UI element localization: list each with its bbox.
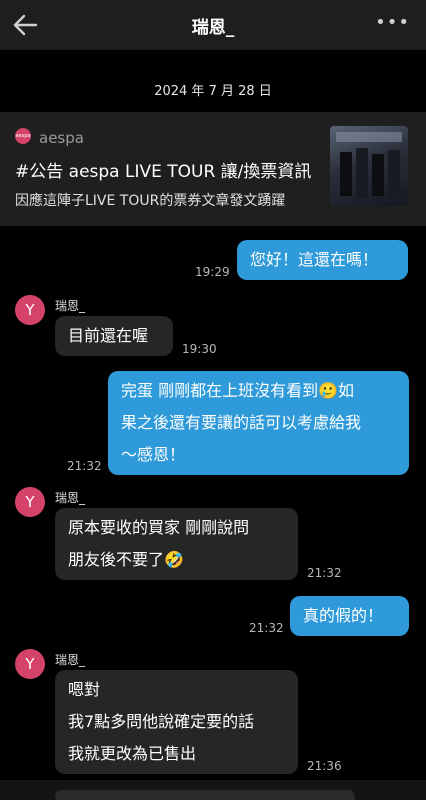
- message-timestamp: 21:32: [67, 459, 102, 473]
- message-timestamp: 21:36: [307, 759, 342, 773]
- message-text-line: 果之後還有要讓的話可以考慮給我: [121, 413, 362, 432]
- message-input[interactable]: [55, 790, 355, 800]
- avatar[interactable]: Y: [15, 295, 45, 325]
- message-text-line: 嗯對: [68, 680, 101, 699]
- message-timestamp: 19:29: [195, 265, 230, 279]
- sender-name: 瑞恩_: [55, 491, 86, 505]
- message-text-line: 完蛋 剛剛都在上班沒有看到🥲如: [121, 381, 355, 400]
- message-timestamp: 19:30: [182, 342, 217, 356]
- outgoing-message-bubble[interactable]: 完蛋 剛剛都在上班沒有看到🥲如 果之後還有要讓的話可以考慮給我 ～感恩！: [108, 371, 409, 475]
- message-text-line: 我就更改為已售出: [68, 744, 197, 763]
- sender-name: 瑞恩_: [55, 653, 86, 667]
- incoming-message-bubble[interactable]: 嗯對我7點多問他說確定要的話 我就更改為已售出: [55, 670, 298, 774]
- card-title: #公告 aespa LIVE TOUR 讓/換票資訊: [15, 162, 312, 182]
- avatar[interactable]: Y: [15, 487, 45, 517]
- message-text-line: ～感恩！: [121, 445, 186, 464]
- sender-name: 瑞恩_: [55, 299, 86, 313]
- card-description: 因應這陣子LIVE TOUR的票券文章發文踴躍: [15, 193, 286, 209]
- outgoing-message-bubble[interactable]: 真的假的！: [290, 596, 409, 636]
- message-timestamp: 21:32: [307, 566, 342, 580]
- message-text-line: 目前還在喔: [68, 326, 149, 345]
- message-text-line: 真的假的！: [303, 606, 384, 625]
- message-text-line: 我7點多問他說確定要的話: [68, 712, 255, 731]
- outgoing-message-bubble[interactable]: 您好！這還在嗎！: [237, 240, 408, 280]
- chat-header: 瑞恩_ •••: [0, 0, 426, 50]
- card-thumbnail-image[interactable]: [330, 126, 408, 206]
- card-source: aespa: [39, 129, 84, 147]
- avatar[interactable]: Y: [15, 649, 45, 679]
- chat-title: 瑞恩_: [191, 18, 235, 38]
- incoming-message-bubble[interactable]: 原本要收的買家 剛剛說問 朋友後不要了🤣: [55, 508, 298, 580]
- message-text-line: 您好！這還在嗎！: [250, 250, 379, 269]
- message-text-line: 朋友後不要了🤣: [68, 550, 184, 569]
- date-separator: 2024 年 7 月 28 日: [154, 84, 272, 99]
- incoming-message-bubble[interactable]: 目前還在喔: [55, 316, 173, 356]
- aespa-logo-icon: aespa: [15, 128, 31, 144]
- message-timestamp: 21:32: [249, 621, 284, 635]
- more-options-icon[interactable]: •••: [375, 12, 410, 33]
- message-text-line: 原本要收的買家 剛剛說問: [68, 518, 250, 537]
